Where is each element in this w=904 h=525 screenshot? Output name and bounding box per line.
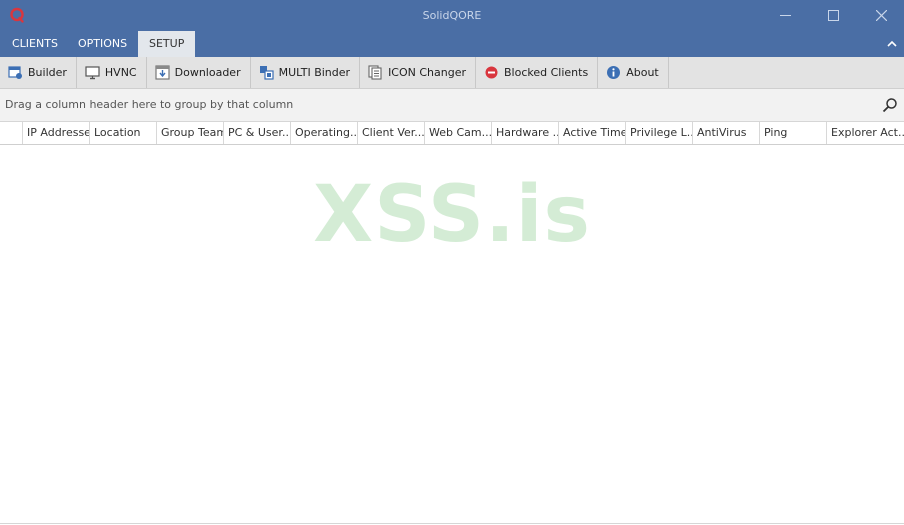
document-icon (368, 65, 382, 80)
blocked-icon (485, 66, 498, 79)
watermark-text: XSS.is (313, 170, 591, 260)
close-button[interactable] (858, 0, 904, 31)
multi-binder-label: MULTI Binder (278, 66, 351, 79)
column-header[interactable]: Privilege L... (626, 122, 693, 144)
column-header[interactable]: AntiVirus (693, 122, 760, 144)
group-by-hint: Drag a column header here to group by th… (5, 98, 294, 111)
hvnc-label: HVNC (104, 66, 137, 79)
close-icon (875, 10, 887, 21)
column-header[interactable]: IP Addresse (23, 122, 90, 144)
tab-clients[interactable]: CLIENTS (1, 31, 69, 57)
collapse-ribbon-icon[interactable] (886, 39, 898, 49)
tab-options[interactable]: OPTIONS (67, 31, 138, 57)
search-icon[interactable] (882, 97, 898, 113)
minimize-icon (779, 15, 791, 16)
row-indicator-header (0, 122, 23, 144)
maximize-icon (827, 10, 839, 21)
maximize-button[interactable] (810, 0, 856, 31)
icon-changer-label: ICON Changer (388, 66, 467, 79)
column-header[interactable]: Web Cam... (425, 122, 492, 144)
builder-icon (8, 66, 22, 79)
column-header[interactable]: Location (90, 122, 157, 144)
multi-binder-button[interactable]: MULTI Binder (251, 57, 361, 88)
info-icon (607, 66, 621, 79)
group-by-panel[interactable]: Drag a column header here to group by th… (0, 89, 904, 122)
tab-setup[interactable]: SETUP (138, 31, 196, 57)
builder-button[interactable]: Builder (0, 57, 77, 88)
binder-icon (259, 66, 274, 80)
menu-bar: CLIENTS OPTIONS SETUP (0, 31, 904, 57)
column-headers: IP Addresse Location Group Team PC & Use… (0, 122, 904, 145)
about-button[interactable]: About (598, 57, 669, 88)
blocked-clients-button[interactable]: Blocked Clients (476, 57, 599, 88)
hvnc-button[interactable]: HVNC (77, 57, 147, 88)
column-header[interactable]: Explorer Act... (827, 122, 904, 144)
downloader-label: Downloader (174, 66, 241, 79)
icon-changer-button[interactable]: ICON Changer (360, 57, 477, 88)
builder-label: Builder (28, 66, 67, 79)
minimize-button[interactable] (762, 0, 808, 31)
monitor-icon (85, 66, 100, 80)
downloader-button[interactable]: Downloader (147, 57, 251, 88)
download-icon (155, 65, 170, 80)
toolbar: Builder HVNC Downloader MULTI Binder ICO… (0, 57, 904, 89)
title-bar: SolidQORE (0, 0, 904, 31)
about-label: About (626, 66, 659, 79)
column-header[interactable]: Hardware ... (492, 122, 559, 144)
blocked-clients-label: Blocked Clients (504, 66, 589, 79)
column-header[interactable]: Active Time (559, 122, 626, 144)
column-header[interactable]: Group Team (157, 122, 224, 144)
column-header[interactable]: Operating... (291, 122, 358, 144)
column-header[interactable]: PC & User... (224, 122, 291, 144)
column-header[interactable]: Ping (760, 122, 827, 144)
column-header[interactable]: Client Ver... (358, 122, 425, 144)
